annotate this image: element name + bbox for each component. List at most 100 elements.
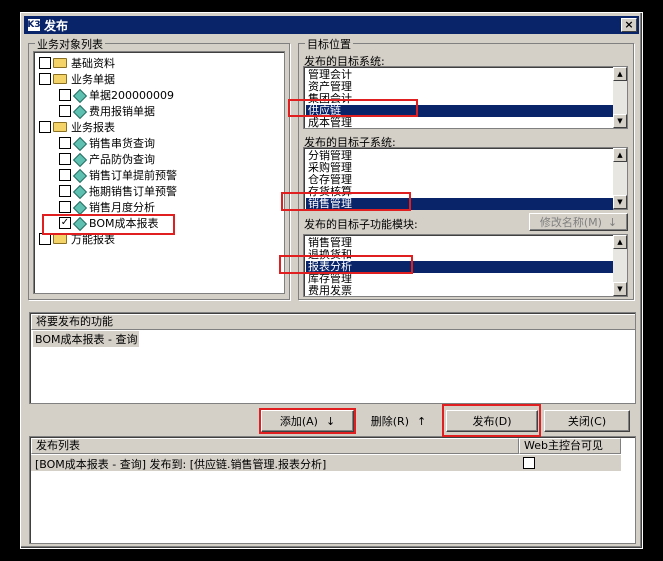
table-row[interactable]: [BOM成本报表 - 查询] 发布到: [供应链.销售管理.报表分析]	[31, 455, 621, 471]
tree-item-business-reports[interactable]: 业务报表	[39, 119, 115, 135]
checkbox[interactable]	[59, 169, 71, 181]
publish-list-header: 发布列表	[31, 438, 519, 454]
checkbox[interactable]	[39, 73, 51, 85]
list-item[interactable]: 分销管理	[306, 150, 613, 162]
add-button[interactable]: 添加(A) ↓	[261, 410, 354, 432]
checkbox[interactable]	[39, 233, 51, 245]
close-button-label: 关闭(C)	[567, 415, 607, 428]
arrow-down-icon: ↓	[325, 414, 336, 428]
publish-button-label: 发布(D)	[472, 415, 512, 428]
tree-item-label: BOM成本报表	[89, 217, 159, 230]
function-item[interactable]: BOM成本报表 - 查询	[33, 331, 140, 347]
checkbox[interactable]	[59, 201, 71, 213]
scrollbar[interactable]: ▲ ▼	[613, 148, 627, 209]
tree-item-universal-report[interactable]: 万能报表	[39, 231, 115, 247]
list-item[interactable]: 管理会计	[306, 69, 613, 81]
checkbox-checked[interactable]: ✓	[59, 217, 71, 229]
tree-item-label: 销售串货查询	[89, 137, 155, 150]
checkbox[interactable]	[59, 137, 71, 149]
tree-item-label: 产品防伪查询	[89, 153, 155, 166]
tree-item-document-200000009[interactable]: 单据200000009	[59, 87, 174, 103]
web-visible-header: Web主控台可见	[519, 438, 621, 454]
tree-item-label: 基础资料	[71, 57, 115, 70]
report-icon	[73, 185, 85, 197]
tree-item-monthly-analysis[interactable]: 销售月度分析	[59, 199, 155, 215]
folder-icon	[53, 122, 67, 132]
scroll-up-icon[interactable]: ▲	[613, 148, 627, 162]
tree-item-basic-data[interactable]: 基础资料	[39, 55, 115, 71]
business-object-tree[interactable]: 基础资料 业务单据 单据200000009 费用报销单据 业务报表 销售串货查询…	[33, 51, 285, 294]
delete-button-label: 删除(R)	[370, 415, 409, 428]
scroll-up-icon[interactable]: ▲	[613, 67, 627, 81]
tree-item-label: 业务报表	[71, 121, 115, 134]
publish-button[interactable]: 发布(D)	[446, 410, 538, 432]
window-title: 发布	[44, 18, 69, 33]
checkbox[interactable]	[59, 89, 71, 101]
list-item-selected[interactable]: 销售管理	[306, 198, 613, 210]
checkbox[interactable]	[39, 121, 51, 133]
add-button-label: 添加(A)	[279, 415, 318, 428]
web-visible-checkbox[interactable]	[523, 457, 535, 469]
report-icon	[73, 137, 85, 149]
list-item[interactable]: 集团会计	[306, 93, 613, 105]
report-icon	[73, 105, 85, 117]
functions-header: 将要发布的功能	[31, 314, 635, 330]
functions-panel: 将要发布的功能 BOM成本报表 - 查询	[29, 312, 636, 404]
scrollbar[interactable]: ▲ ▼	[613, 67, 627, 128]
checkbox[interactable]	[39, 57, 51, 69]
list-item-selected[interactable]: 报表分析	[306, 261, 613, 273]
scrollbar[interactable]: ▲ ▼	[613, 235, 627, 296]
checkbox[interactable]	[59, 185, 71, 197]
scroll-down-icon[interactable]: ▼	[613, 282, 627, 296]
tree-item-expense-documents[interactable]: 费用报销单据	[59, 103, 155, 119]
list-item[interactable]: 费用发票	[306, 285, 613, 297]
list-item[interactable]: 库存管理	[306, 273, 613, 285]
list-item[interactable]: 仓存管理	[306, 174, 613, 186]
rename-button[interactable]: 修改名称(M) ↓	[529, 213, 628, 231]
report-icon	[73, 153, 85, 165]
tree-item-label: 费用报销单据	[89, 105, 155, 118]
list-item-selected[interactable]: 供应链	[306, 105, 613, 117]
folder-icon	[53, 234, 67, 244]
tree-item-business-documents[interactable]: 业务单据	[39, 71, 115, 87]
report-icon	[73, 217, 85, 229]
publish-row-text: [BOM成本报表 - 查询] 发布到: [供应链.销售管理.报表分析]	[35, 458, 327, 471]
tree-item-label: 销售月度分析	[89, 201, 155, 214]
tree-item-label: 单据200000009	[89, 89, 174, 102]
tree-item-label: 销售订单提前预警	[89, 169, 177, 182]
publish-list[interactable]: 发布列表 Web主控台可见 [BOM成本报表 - 查询] 发布到: [供应链.销…	[29, 436, 636, 544]
tree-item-label: 万能报表	[71, 233, 115, 246]
delete-button[interactable]: 删除(R) ↑	[361, 411, 436, 431]
folder-icon	[53, 74, 67, 84]
target-location-group-label: 目标位置	[305, 36, 353, 52]
checkbox[interactable]	[59, 153, 71, 165]
list-item[interactable]: 成本管理	[306, 117, 613, 129]
target-subsystem-list[interactable]: 分销管理 采购管理 仓存管理 存货核算 销售管理 ▲ ▼	[303, 147, 628, 210]
list-item[interactable]: 销售管理	[306, 237, 613, 249]
list-item[interactable]: 采购管理	[306, 162, 613, 174]
tree-item-sales-crossgoods[interactable]: 销售串货查询	[59, 135, 155, 151]
business-object-group-label: 业务对象列表	[35, 36, 105, 52]
tree-item-bom-cost-report[interactable]: ✓ BOM成本报表	[59, 215, 159, 231]
close-button[interactable]: 关闭(C)	[544, 410, 630, 432]
target-module-list[interactable]: 销售管理 退换货和 报表分析 库存管理 费用发票 ▲ ▼	[303, 234, 628, 297]
arrow-up-icon: ↑	[417, 414, 427, 428]
list-item[interactable]: 存货核算	[306, 186, 613, 198]
tree-item-anti-counterfeit[interactable]: 产品防伪查询	[59, 151, 155, 167]
publish-dialog: K3 发布 × 业务对象列表 基础资料 业务单据 单据200000009 费用报…	[20, 12, 643, 549]
target-system-list[interactable]: 管理会计 资产管理 集团会计 供应链 成本管理 ▲ ▼	[303, 66, 628, 129]
folder-icon	[53, 58, 67, 68]
tree-item-label: 业务单据	[71, 73, 115, 86]
scroll-up-icon[interactable]: ▲	[613, 235, 627, 249]
report-icon	[73, 169, 85, 181]
report-icon	[73, 201, 85, 213]
tree-item-label: 拖期销售订单预警	[89, 185, 177, 198]
tree-item-overdue-order-warning[interactable]: 拖期销售订单预警	[59, 183, 177, 199]
close-icon[interactable]: ×	[621, 18, 637, 32]
scroll-down-icon[interactable]: ▼	[613, 114, 627, 128]
tree-item-order-early-warning[interactable]: 销售订单提前预警	[59, 167, 177, 183]
checkbox[interactable]	[59, 105, 71, 117]
list-item[interactable]: 资产管理	[306, 81, 613, 93]
scroll-down-icon[interactable]: ▼	[613, 195, 627, 209]
list-item[interactable]: 退换货和	[306, 249, 613, 261]
